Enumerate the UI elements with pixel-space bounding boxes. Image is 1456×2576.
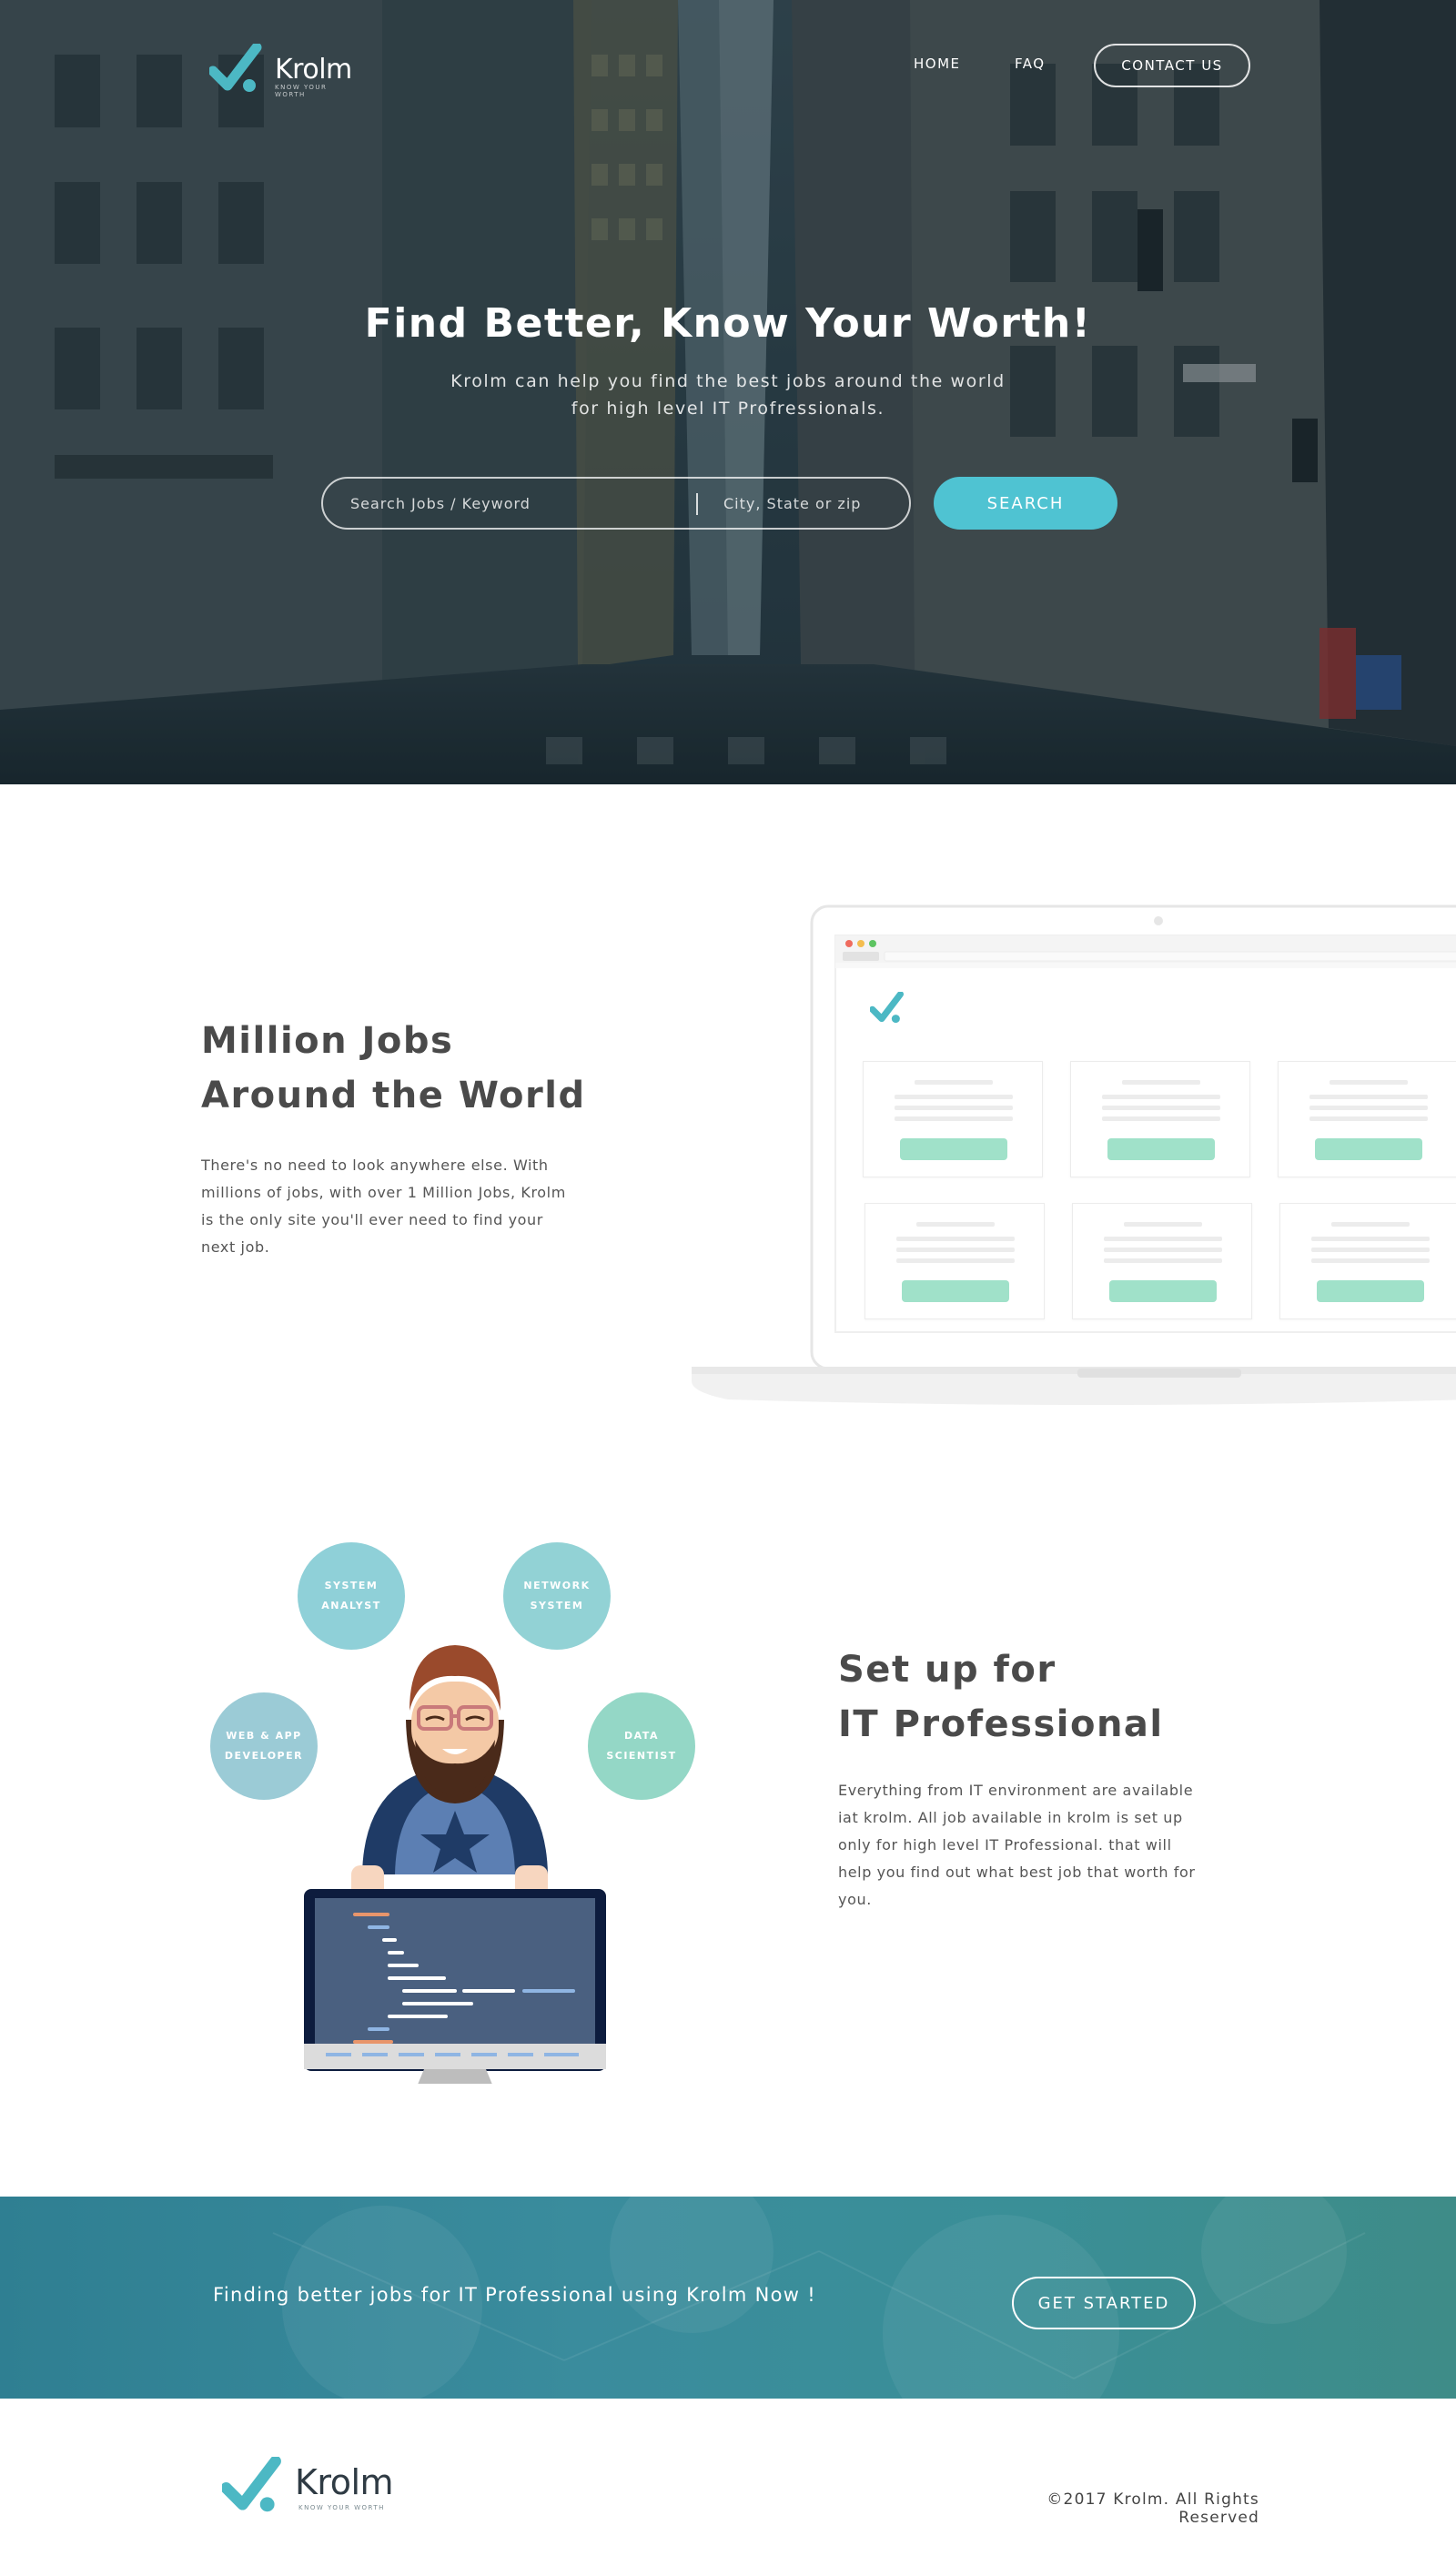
hero-section: Krolm KNOW YOUR WORTH HOME FAQ CONTACT U… <box>0 0 1456 784</box>
jobs-heading-line1: Million Jobs <box>201 1020 454 1062</box>
nav-faq-link[interactable]: FAQ <box>1015 56 1046 72</box>
bubble-system-analyst-line1: SYSTEM <box>324 1580 379 1591</box>
bubble-network-system-line2: SYSTEM <box>530 1600 584 1611</box>
pro-section-heading: Set up for IT Professional <box>838 1642 1164 1752</box>
job-card-placeholder <box>863 1061 1043 1177</box>
cta-text: Finding better jobs for IT Professional … <box>213 2284 816 2306</box>
footer-logo[interactable]: Krolm KNOW YOUR WORTH <box>220 2455 394 2512</box>
job-card-placeholder <box>1279 1203 1456 1319</box>
logo-tagline: KNOW YOUR WORTH <box>275 84 328 98</box>
hero-subtitle-line2: for high level IT Profressionals. <box>571 399 885 419</box>
pro-heading-line1: Set up for <box>838 1649 1057 1691</box>
contact-us-button[interactable]: CONTACT US <box>1094 44 1250 87</box>
bubble-network-system-line1: NETWORK <box>523 1580 591 1591</box>
bubble-network-system: NETWORK SYSTEM <box>503 1542 611 1650</box>
footer-logo-wordmark: Krolm <box>295 2462 394 2502</box>
job-card-placeholder <box>1072 1203 1252 1319</box>
job-card-placeholder <box>1070 1061 1250 1177</box>
nav-home-link[interactable]: HOME <box>914 56 961 72</box>
job-card-placeholder <box>1278 1061 1456 1177</box>
checkmark-logo-icon <box>207 42 266 95</box>
search-button[interactable]: SEARCH <box>934 477 1117 530</box>
bubble-data-scientist-line1: DATA <box>624 1730 659 1742</box>
logo-wordmark: Krolm <box>275 53 352 86</box>
bubble-web-app-line1: WEB & APP <box>226 1730 302 1742</box>
pro-heading-line2: IT Professional <box>838 1703 1164 1745</box>
hero-subtitle: Krolm can help you find the best jobs ar… <box>0 368 1456 422</box>
job-search-bar <box>321 477 911 530</box>
bubble-system-analyst-line2: ANALYST <box>321 1600 381 1611</box>
keyword-search-input[interactable] <box>350 479 678 528</box>
bubble-data-scientist-line2: SCIENTIST <box>606 1750 677 1762</box>
search-divider <box>696 493 698 515</box>
hero-title: Find Better, Know Your Worth! <box>364 300 1092 347</box>
browser-logo-icon <box>869 991 906 1028</box>
job-card-placeholder <box>864 1203 1045 1319</box>
pro-section-body: Everything from IT environment are avail… <box>838 1782 1196 1908</box>
location-search-input[interactable] <box>723 479 896 528</box>
jobs-section-body: There's no need to look anywhere else. W… <box>201 1157 566 1256</box>
jobs-section-heading: Million Jobs Around the World <box>201 1014 586 1123</box>
jobs-heading-line2: Around the World <box>201 1075 586 1116</box>
bubble-web-app-line2: DEVELOPER <box>224 1750 304 1762</box>
footer-logo-tagline: KNOW YOUR WORTH <box>298 2504 385 2511</box>
developer-illustration <box>304 1645 606 2084</box>
get-started-button[interactable]: GET STARTED <box>1012 2277 1196 2329</box>
cta-banner: Finding better jobs for IT Professional … <box>0 2197 1456 2399</box>
laptop-mockup-illustration <box>692 901 1456 1410</box>
hero-subtitle-line1: Krolm can help you find the best jobs ar… <box>450 371 1006 391</box>
header-logo[interactable]: Krolm KNOW YOUR WORTH <box>207 42 352 98</box>
checkmark-logo-icon <box>220 2455 281 2512</box>
bubble-system-analyst: SYSTEM ANALYST <box>298 1542 405 1650</box>
footer-copyright: ©2017 Krolm. All Rights Reserved <box>1046 2490 1259 2527</box>
